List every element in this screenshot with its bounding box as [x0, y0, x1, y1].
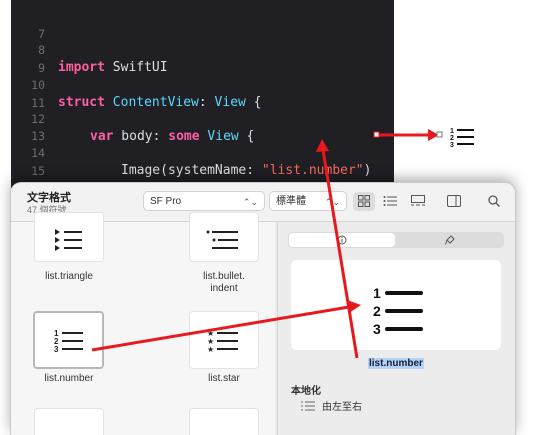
arrow-name-to-code — [316, 139, 359, 359]
arrow-code-to-icon — [373, 129, 443, 141]
arrow-tile-to-preview — [91, 300, 361, 352]
annotation-arrows — [91, 129, 443, 359]
